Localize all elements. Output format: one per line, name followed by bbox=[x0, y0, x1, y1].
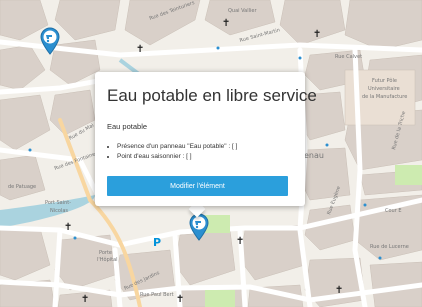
svg-text:✝: ✝ bbox=[236, 236, 244, 247]
label-rue-de-lucerne: Rue de Lucerne bbox=[370, 244, 409, 250]
label-hopital: l'Hôpital bbox=[97, 256, 118, 263]
svg-text:✝: ✝ bbox=[313, 29, 321, 40]
label-port-saint-nicolas-2: Nicolas bbox=[50, 208, 68, 214]
label-renau: enau bbox=[304, 151, 324, 160]
attribute-sign: Présence d'un panneau "Eau potable" : [ … bbox=[117, 142, 237, 152]
popup-attribute-list: Présence d'un panneau "Eau potable" : [ … bbox=[107, 142, 237, 162]
drinking-water-marker-north[interactable] bbox=[39, 27, 61, 55]
svg-text:✝: ✝ bbox=[222, 18, 230, 29]
attribute-seasonal: Point d'eau saisonnier : [ ] bbox=[117, 152, 237, 162]
label-universitaire: Universitaire bbox=[368, 86, 400, 92]
label-porte: Porte bbox=[99, 250, 112, 256]
label-de-patuage: de Patuage bbox=[8, 184, 36, 190]
parking-icon: P bbox=[153, 236, 161, 249]
label-cour-e: Cour E bbox=[385, 208, 402, 214]
label-port-saint-nicolas-1: Port Saint- bbox=[45, 200, 71, 206]
popup-title: Eau potable en libre service bbox=[107, 86, 317, 105]
label-manufacture: de la Manufacture bbox=[362, 94, 407, 100]
svg-text:✝: ✝ bbox=[136, 44, 144, 55]
svg-text:✝: ✝ bbox=[335, 285, 343, 296]
label-rue-paul-bert: Rue Paul Bert bbox=[140, 292, 174, 298]
edit-element-button[interactable]: Modifier l'élément bbox=[107, 176, 288, 196]
label-quai-vallier: Quai Vallier bbox=[228, 8, 257, 14]
svg-text:✝: ✝ bbox=[64, 222, 72, 233]
label-rue-calvet: Rue Calvet bbox=[335, 54, 362, 60]
feature-popup: Eau potable en libre service Eau potable… bbox=[95, 72, 317, 206]
svg-text:✝: ✝ bbox=[81, 294, 89, 305]
popup-subtitle: Eau potable bbox=[107, 122, 148, 131]
svg-text:✝: ✝ bbox=[176, 294, 184, 305]
label-futur-pole: Futur Pôle bbox=[372, 77, 397, 84]
drinking-water-marker-selected[interactable] bbox=[188, 213, 210, 241]
